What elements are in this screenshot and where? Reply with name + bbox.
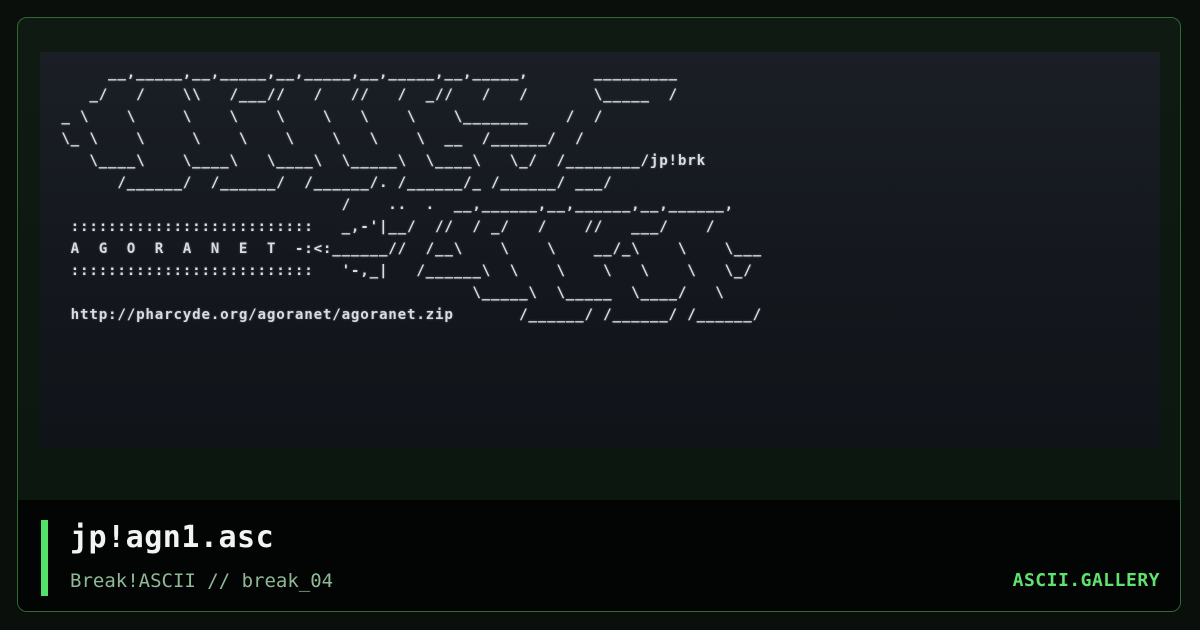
card-frame: __,_____,__,_____,__,_____,__,_____,__,_… [17,17,1181,612]
card-footer: jp!agn1.asc Break!ASCII // break_04 ASCI… [18,500,1180,611]
ascii-art-text: __,_____,__,_____,__,_____,__,_____,__,_… [61,65,762,323]
ascii-art-preview[interactable]: __,_____,__,_____,__,_____,__,_____,__,_… [40,52,1160,449]
file-title: jp!agn1.asc [70,520,275,555]
collection-subtitle: Break!ASCII // break_04 [70,570,334,592]
site-brand[interactable]: ASCII.GALLERY [1013,570,1160,591]
accent-bar [41,520,48,596]
